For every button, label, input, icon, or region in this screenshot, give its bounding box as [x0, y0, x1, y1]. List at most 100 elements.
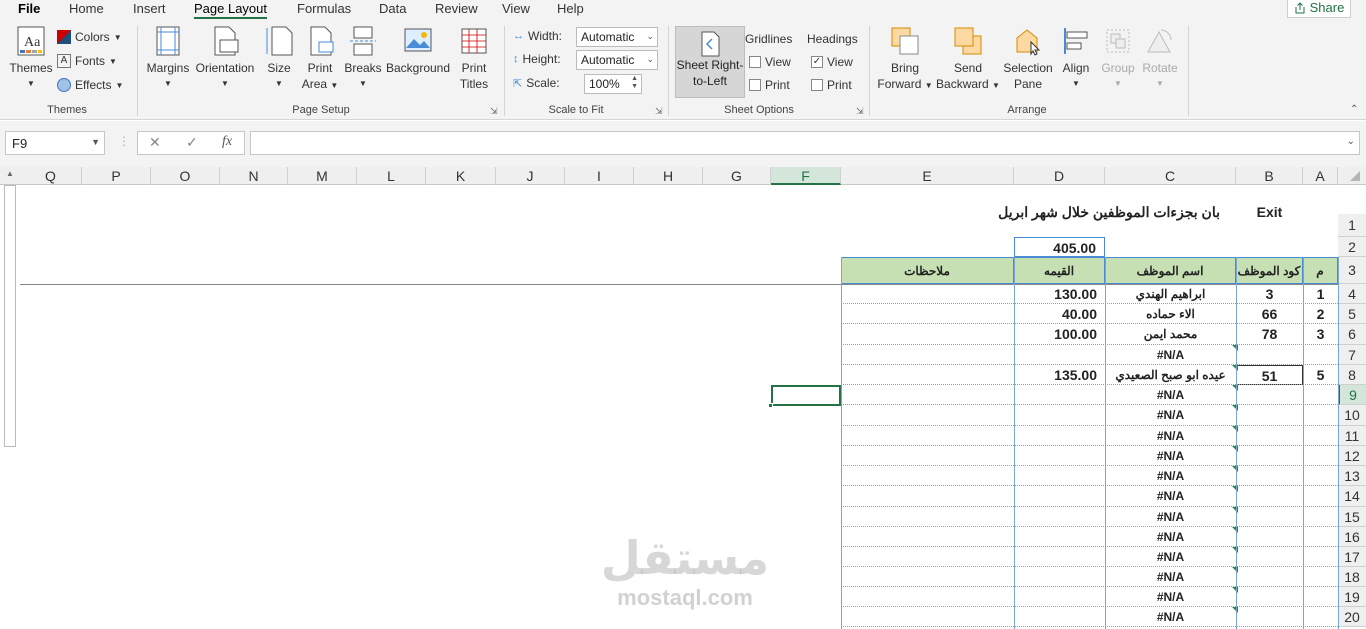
tab-data[interactable]: Data — [379, 1, 406, 16]
vertical-scrollbar-thumb[interactable] — [4, 185, 16, 447]
align-button[interactable]: Align ▼ — [1058, 26, 1094, 92]
notes-cell[interactable] — [841, 507, 1014, 527]
table-header-0[interactable]: ملاحظات — [841, 257, 1014, 284]
row-header-10[interactable]: 10 — [1338, 405, 1366, 426]
tab-insert[interactable]: Insert — [133, 1, 166, 16]
page-setup-launcher-icon[interactable]: ⇲ — [490, 106, 498, 117]
row-header-6[interactable]: 6 — [1338, 324, 1366, 345]
table-header-2[interactable]: اسم الموظف — [1105, 257, 1236, 284]
employee-name-cell[interactable]: #N/A — [1105, 527, 1236, 547]
value-cell[interactable] — [1014, 507, 1105, 527]
notes-cell[interactable] — [841, 284, 1014, 304]
notes-cell[interactable] — [841, 527, 1014, 547]
value-cell[interactable] — [1014, 405, 1105, 426]
height-dropdown[interactable]: Automatic ⌄ — [576, 50, 658, 70]
row-header-13[interactable]: 13 — [1338, 466, 1366, 486]
fonts-button[interactable]: A Fonts ▼ — [57, 54, 117, 68]
employee-name-cell[interactable]: #N/A — [1105, 426, 1236, 446]
notes-cell[interactable] — [841, 567, 1014, 587]
value-cell[interactable] — [1014, 567, 1105, 587]
row-number-cell[interactable] — [1303, 507, 1338, 527]
column-header-E[interactable]: E — [841, 167, 1014, 185]
row-header-18[interactable]: 18 — [1338, 567, 1366, 587]
fill-handle[interactable] — [768, 403, 773, 408]
notes-cell[interactable] — [841, 446, 1014, 466]
employee-name-cell[interactable]: #N/A — [1105, 486, 1236, 507]
employee-name-cell[interactable]: #N/A — [1105, 466, 1236, 486]
row-number-cell[interactable] — [1303, 345, 1338, 365]
employee-name-cell[interactable]: #N/A — [1105, 507, 1236, 527]
name-box[interactable]: F9 ▼ — [5, 131, 105, 155]
headings-print-checkbox[interactable]: Print — [811, 78, 852, 92]
row-header-11[interactable]: 11 — [1338, 426, 1366, 446]
employee-name-cell[interactable]: #N/A — [1105, 607, 1236, 627]
column-header-D[interactable]: D — [1014, 167, 1105, 185]
row-number-cell[interactable] — [1303, 385, 1338, 405]
employee-code-cell[interactable] — [1236, 446, 1303, 466]
tab-page-layout[interactable]: Page Layout — [194, 1, 268, 19]
row-number-cell[interactable] — [1303, 567, 1338, 587]
row-number-cell[interactable] — [1303, 527, 1338, 547]
employee-name-cell[interactable]: #N/A — [1105, 567, 1236, 587]
row-header-16[interactable]: 16 — [1338, 527, 1366, 547]
value-cell[interactable] — [1014, 426, 1105, 446]
worksheet-grid[interactable]: ▲ QPONMLKJIHGFEDCBA 1 2 3 4 5 6 7 8 9 10 11 12 13 14 1… — [0, 167, 1366, 629]
employee-name-cell[interactable]: محمد ايمن — [1105, 324, 1236, 345]
employee-code-cell[interactable]: 66 — [1236, 304, 1303, 324]
row-number-cell[interactable] — [1303, 486, 1338, 507]
employee-code-cell[interactable] — [1236, 426, 1303, 446]
tab-file[interactable]: File — [18, 1, 40, 16]
notes-cell[interactable] — [841, 587, 1014, 607]
table-header-3[interactable]: كود الموظف — [1236, 257, 1303, 284]
row-number-cell[interactable]: 3 — [1303, 324, 1338, 345]
value-cell[interactable] — [1014, 466, 1105, 486]
total-value-cell[interactable]: 405.00 — [1014, 237, 1105, 257]
scroll-up-icon[interactable]: ▲ — [2, 169, 18, 183]
background-button[interactable]: Background — [385, 26, 451, 76]
row-number-cell[interactable]: 1 — [1303, 284, 1338, 304]
column-header-F[interactable]: F — [771, 167, 841, 185]
value-cell[interactable] — [1014, 385, 1105, 405]
formula-expand-icon[interactable]: ⌄ — [1347, 136, 1355, 147]
breaks-button[interactable]: Breaks ▼ — [344, 26, 382, 92]
sheet-options-launcher-icon[interactable]: ⇲ — [856, 106, 864, 117]
row-header-3[interactable]: 3 — [1338, 257, 1366, 284]
employee-code-cell[interactable] — [1236, 587, 1303, 607]
row-number-cell[interactable] — [1303, 547, 1338, 567]
employee-code-cell[interactable]: 51 — [1236, 365, 1303, 385]
employee-name-cell[interactable]: الاء حماده — [1105, 304, 1236, 324]
employee-name-cell[interactable]: ابراهيم الهندي — [1105, 284, 1236, 304]
size-button[interactable]: Size ▼ — [264, 26, 294, 92]
row-header-15[interactable]: 15 — [1338, 507, 1366, 527]
value-cell[interactable]: 40.00 — [1014, 304, 1105, 324]
table-header-4[interactable]: م — [1303, 257, 1338, 284]
send-backward-button[interactable]: Send Backward ▼ — [936, 26, 1000, 94]
value-cell[interactable] — [1014, 527, 1105, 547]
value-cell[interactable]: 135.00 — [1014, 365, 1105, 385]
row-number-cell[interactable] — [1303, 426, 1338, 446]
employee-name-cell[interactable]: #N/A — [1105, 547, 1236, 567]
value-cell[interactable] — [1014, 446, 1105, 466]
row-header-4[interactable]: 4 — [1338, 284, 1366, 304]
scale-launcher-icon[interactable]: ⇲ — [655, 106, 663, 117]
notes-cell[interactable] — [841, 345, 1014, 365]
value-cell[interactable] — [1014, 345, 1105, 365]
employee-code-cell[interactable] — [1236, 567, 1303, 587]
column-header-A[interactable]: A — [1303, 167, 1338, 185]
column-header-L[interactable]: L — [357, 167, 426, 185]
row-header-19[interactable]: 19 — [1338, 587, 1366, 607]
row-number-cell[interactable] — [1303, 446, 1338, 466]
notes-cell[interactable] — [841, 304, 1014, 324]
row-header-20[interactable]: 20 — [1338, 607, 1366, 627]
select-all-corner[interactable] — [1338, 167, 1366, 185]
row-header-5[interactable]: 5 — [1338, 304, 1366, 324]
column-header-C[interactable]: C — [1105, 167, 1236, 185]
orientation-button[interactable]: Orientation ▼ — [194, 26, 256, 92]
tab-formulas[interactable]: Formulas — [297, 1, 351, 16]
notes-cell[interactable] — [841, 547, 1014, 567]
row-header-2[interactable]: 2 — [1338, 237, 1366, 257]
employee-code-cell[interactable] — [1236, 405, 1303, 426]
row-number-cell[interactable]: 2 — [1303, 304, 1338, 324]
column-header-G[interactable]: G — [703, 167, 771, 185]
employee-code-cell[interactable]: 3 — [1236, 284, 1303, 304]
